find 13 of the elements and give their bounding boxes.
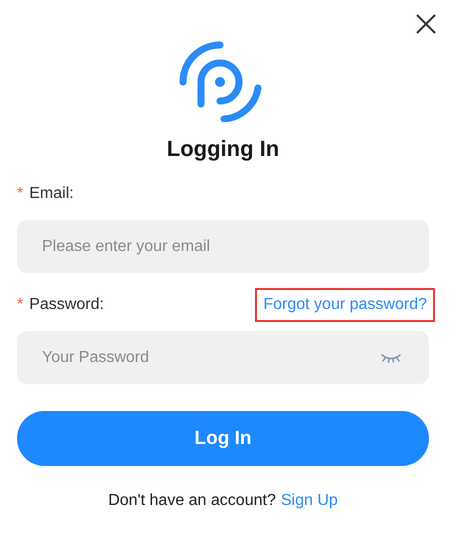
password-field[interactable]: Your Password — [17, 331, 429, 384]
email-field[interactable]: Please enter your email — [17, 220, 429, 273]
required-marker: * — [17, 296, 24, 314]
required-marker: * — [17, 185, 24, 203]
sign-up-link[interactable]: Sign Up — [280, 492, 338, 510]
forgot-password-link[interactable]: Forgot your password? — [255, 288, 435, 322]
dialog-title: Logging In — [166, 136, 280, 162]
close-icon[interactable] — [416, 14, 436, 34]
log-in-button[interactable]: Log In — [17, 411, 429, 466]
closed-eye-icon[interactable] — [380, 353, 402, 363]
signup-prompt: Don't have an account? — [108, 492, 276, 510]
field-label: Password: — [29, 296, 104, 314]
field-label: Email: — [29, 185, 74, 203]
